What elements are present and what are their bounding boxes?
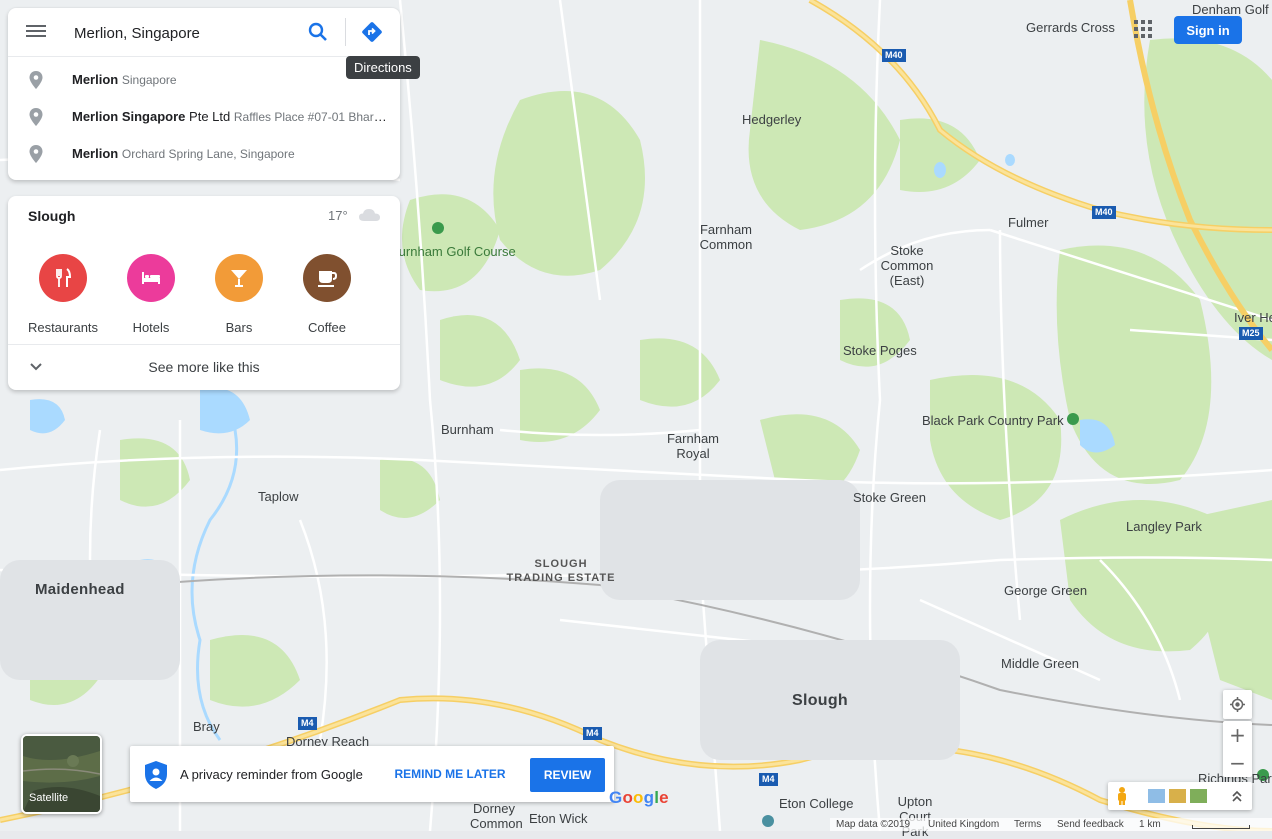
menu-icon[interactable] (24, 22, 48, 42)
map-label-hedgerley: Hedgerley (742, 112, 802, 127)
suggestion-subtitle: Raffles Place #07-01 Bharat Building, Si… (233, 110, 387, 124)
search-panel: Merlion Singapore Merlion Singapore Pte … (8, 8, 400, 180)
place-pin-icon (29, 71, 43, 89)
category-coffee[interactable]: Coffee (283, 254, 371, 335)
map-label-stoke-green: Stoke Green (853, 490, 926, 505)
zoom-controls: + − (1223, 721, 1252, 777)
satellite-label: Satellite (29, 792, 69, 804)
map-label-maidenhead: Maidenhead (35, 581, 125, 598)
bed-icon (127, 254, 175, 302)
see-more-button[interactable]: See more like this (8, 344, 400, 391)
place-pin-icon (29, 145, 43, 163)
layer-thumb-traffic[interactable] (1169, 789, 1186, 803)
terms-link[interactable]: Terms (1014, 819, 1041, 830)
search-bar (8, 8, 400, 57)
map-label-farnham-common: Farnham Common (699, 222, 753, 252)
explore-place-name: Slough (28, 208, 76, 224)
directions-tooltip: Directions (346, 56, 420, 79)
suggestion-subtitle: Orchard Spring Lane, Singapore (121, 147, 295, 161)
privacy-banner: A privacy reminder from Google REMIND ME… (130, 746, 614, 802)
road-shield-m40-2: M40 (1092, 206, 1116, 219)
map-label-middle-green: Middle Green (1001, 656, 1080, 671)
suggestion-title: Merlion (72, 146, 119, 161)
review-button[interactable]: REVIEW (530, 758, 605, 792)
road-shield-m4-3: M4 (759, 773, 778, 786)
map-label-denham-golf-club: Denham Golf Club (1192, 2, 1272, 17)
place-pin-icon (29, 108, 43, 126)
temperature: 17° (328, 208, 348, 223)
category-hotels[interactable]: Hotels (107, 254, 195, 335)
divider (345, 18, 346, 46)
zoom-in-button[interactable]: + (1223, 721, 1252, 749)
search-input[interactable] (72, 18, 296, 48)
map-label-eton-college: Eton College (779, 796, 854, 811)
region-link[interactable]: United Kingdom (928, 819, 999, 830)
scale-bar (1192, 825, 1250, 829)
road-shield-m25: M25 (1239, 327, 1263, 340)
suggestion-title: Merlion Singapore (72, 109, 186, 124)
zoom-out-button[interactable]: − (1223, 749, 1252, 777)
category-label: Restaurants (27, 320, 99, 335)
send-feedback-link[interactable]: Send feedback (1057, 819, 1124, 830)
map-label-burnham: Burnham (441, 422, 494, 437)
map-label-iver-heath: Iver Heath (1234, 310, 1272, 325)
location-target-icon (1230, 697, 1245, 712)
pegman-icon[interactable] (1114, 786, 1130, 806)
remind-me-later-button[interactable]: REMIND ME LATER (392, 760, 508, 788)
layer-strip (1108, 782, 1252, 810)
google-logo: Google (609, 788, 669, 807)
map-label-slough: Slough (792, 692, 849, 709)
map-label-bray: Bray (193, 719, 220, 734)
category-label: Bars (225, 320, 253, 335)
map-label-burnham-golf-course: Burnham Golf Course (390, 244, 516, 259)
map-label-slough-trading-estate: SLOUGH TRADING ESTATE (506, 558, 616, 584)
category-label: Coffee (307, 320, 347, 335)
category-restaurants[interactable]: Restaurants (19, 254, 107, 335)
fork-knife-icon (39, 254, 87, 302)
shield-person-icon (145, 761, 167, 789)
see-more-label: See more like this (148, 359, 260, 375)
suggestion-title: Merlion (72, 72, 119, 87)
layer-thumb-satellite[interactable] (1190, 789, 1207, 803)
apps-grid-icon[interactable] (1134, 20, 1152, 38)
suggestion-list: Merlion Singapore Merlion Singapore Pte … (8, 57, 400, 180)
my-location-button[interactable] (1223, 690, 1252, 719)
suggestion-item[interactable]: Merlion Singapore (8, 61, 400, 98)
category-bars[interactable]: Bars (195, 254, 283, 335)
search-icon[interactable] (306, 20, 330, 44)
road-shield-m40: M40 (882, 49, 906, 62)
directions-icon[interactable] (360, 20, 384, 44)
map-label-stoke-common: Stoke Common (East) (880, 243, 934, 288)
map-label-taplow: Taplow (258, 489, 299, 504)
map-label-dorney-common: Dorney Common (470, 801, 523, 831)
road-shield-m4-2: M4 (583, 727, 602, 740)
map-label-stoke-poges: Stoke Poges (843, 343, 917, 358)
expand-up-icon[interactable] (1230, 788, 1244, 804)
map-label-eton-wick: Eton Wick (529, 811, 588, 826)
map-label-gerrards-cross: Gerrards Cross (1026, 20, 1115, 35)
explore-panel: Slough 17° Restaurants Hotels Bars Coffe… (8, 196, 400, 390)
map-label-farnham-royal: Farnham Royal (666, 431, 720, 461)
scale-label[interactable]: 1 km (1139, 819, 1161, 830)
suggestion-title-rest: Pte Ltd (189, 109, 231, 124)
road-shield-m4: M4 (298, 717, 317, 730)
map-label-upton-court-park: Upton Court Park (897, 794, 933, 839)
map-label-langley-park: Langley Park (1126, 519, 1202, 534)
suggestion-item[interactable]: Merlion Orchard Spring Lane, Singapore (8, 135, 400, 172)
cloud-icon (359, 209, 380, 221)
map-label-fulmer: Fulmer (1008, 215, 1049, 230)
coffee-cup-icon (303, 254, 351, 302)
suggestion-subtitle: Singapore (121, 73, 177, 87)
map-label-black-park: Black Park Country Park (922, 413, 1064, 428)
privacy-message: A privacy reminder from Google (180, 767, 363, 782)
satellite-toggle[interactable]: Satellite (21, 734, 102, 814)
category-label: Hotels (132, 320, 170, 335)
sign-in-button[interactable]: Sign in (1174, 16, 1242, 44)
map-label-george-green: George Green (1004, 583, 1088, 598)
suggestion-item[interactable]: Merlion Singapore Pte Ltd Raffles Place … (8, 98, 400, 135)
cocktail-icon (215, 254, 263, 302)
map-data-attribution: Map data ©2019 (836, 819, 911, 830)
layer-thumb-terrain[interactable] (1148, 789, 1165, 803)
